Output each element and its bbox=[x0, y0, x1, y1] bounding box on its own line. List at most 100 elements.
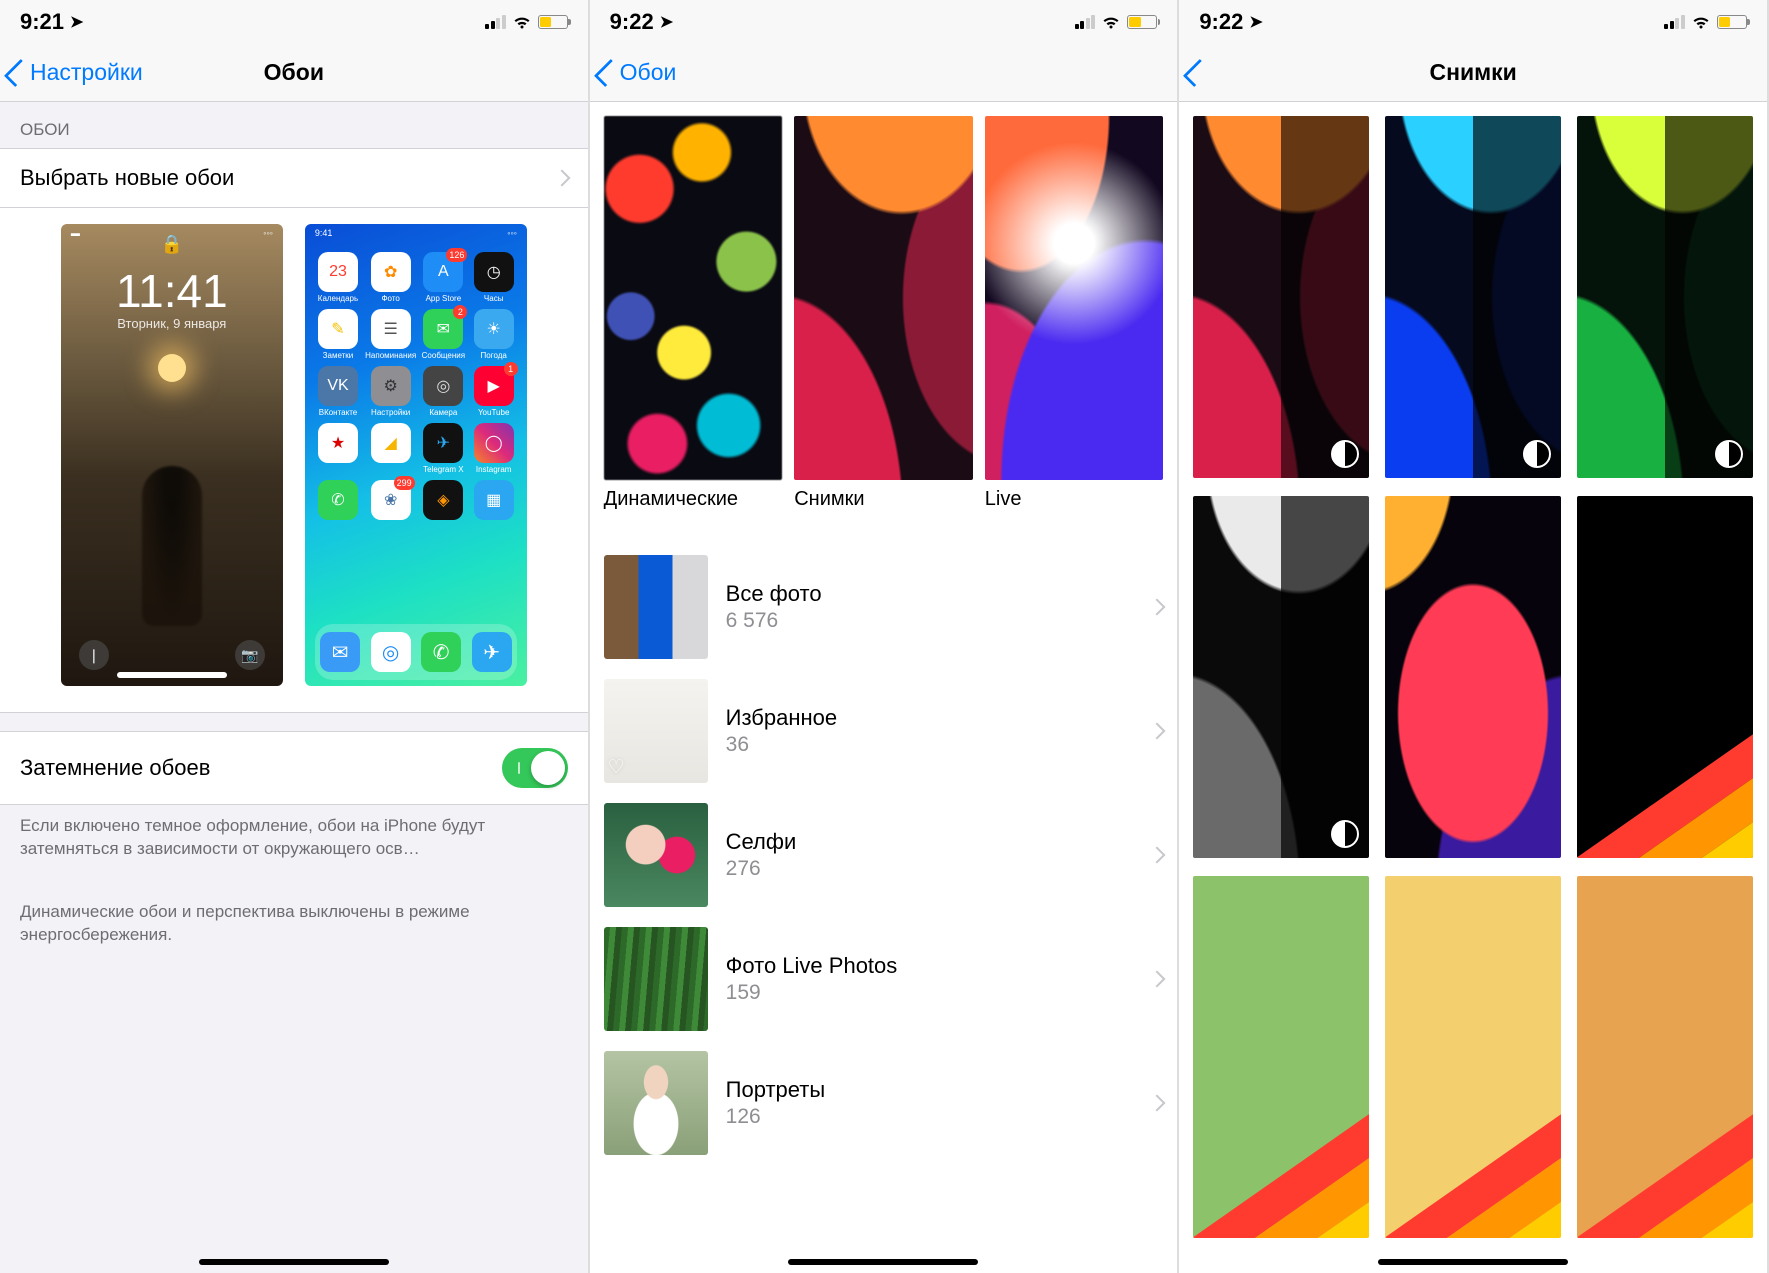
album-thumbnail: ♡ bbox=[604, 679, 708, 783]
status-time: 9:21 bbox=[20, 9, 64, 35]
app-icon: ◷ bbox=[474, 252, 514, 292]
app-icon: ⚙ bbox=[371, 366, 411, 406]
camera-icon: 📷 bbox=[235, 640, 265, 670]
nav-bar: Настройки Обои bbox=[0, 44, 588, 102]
album-all-photos[interactable]: Все фото 6 576 bbox=[590, 545, 1178, 669]
wallpaper-tile[interactable] bbox=[1385, 876, 1561, 1238]
wallpaper-tile[interactable] bbox=[1193, 116, 1369, 478]
wifi-icon bbox=[1691, 15, 1711, 30]
battery-icon bbox=[538, 15, 568, 29]
lock-preview-date: Вторник, 9 января bbox=[61, 316, 283, 331]
live-thumbnail bbox=[985, 116, 1164, 480]
app-icon: ✎ bbox=[318, 309, 358, 349]
battery-icon bbox=[1717, 15, 1747, 29]
dim-toggle[interactable] bbox=[502, 748, 568, 788]
app-icon: ▶1 bbox=[474, 366, 514, 406]
dark-mode-icon bbox=[1523, 440, 1551, 468]
app-icon: ✈ bbox=[423, 423, 463, 463]
album-thumbnail bbox=[604, 555, 708, 659]
wifi-icon bbox=[1101, 15, 1121, 30]
chevron-right-icon bbox=[1149, 971, 1166, 988]
lock-screen-preview[interactable]: ▬◦◦◦ 🔒 11:41 Вторник, 9 января ❘ 📷 bbox=[61, 224, 283, 686]
album-count: 159 bbox=[726, 981, 1134, 1005]
location-icon: ➤ bbox=[70, 12, 83, 32]
app-icon: ◯ bbox=[474, 423, 514, 463]
home-screen-preview[interactable]: 9:41◦◦◦ 23Календарь✿ФотоA126App Store◷Ча… bbox=[305, 224, 527, 686]
album-selfies[interactable]: Селфи 276 bbox=[590, 793, 1178, 917]
status-bar: 9:21 ➤ bbox=[0, 0, 588, 44]
wallpaper-preview-row: ▬◦◦◦ 🔒 11:41 Вторник, 9 января ❘ 📷 9:41◦… bbox=[0, 208, 588, 713]
wallpaper-tile[interactable] bbox=[1193, 496, 1369, 858]
battery-icon bbox=[1127, 15, 1157, 29]
section-header-wallpaper: ОБОИ bbox=[0, 102, 588, 148]
album-count: 36 bbox=[726, 733, 1134, 757]
chevron-right-icon bbox=[1149, 1095, 1166, 1112]
album-title: Избранное bbox=[726, 705, 1134, 731]
chevron-right-icon bbox=[553, 170, 570, 187]
category-live[interactable]: Live bbox=[985, 116, 1164, 511]
chevron-right-icon bbox=[1149, 723, 1166, 740]
app-icon: ✆ bbox=[318, 480, 358, 520]
wifi-icon bbox=[512, 15, 532, 30]
back-button[interactable]: Обои bbox=[600, 59, 677, 86]
app-icon: VK bbox=[318, 366, 358, 406]
app-icon: ◎ bbox=[423, 366, 463, 406]
back-label: Настройки bbox=[30, 59, 143, 86]
cellular-icon bbox=[485, 15, 506, 29]
stills-thumbnail bbox=[794, 116, 973, 480]
app-icon: ◢ bbox=[371, 423, 411, 463]
wallpaper-tile[interactable] bbox=[1385, 116, 1561, 478]
category-row: Динамические Снимки Live bbox=[590, 102, 1178, 519]
dock-app-icon: ✈ bbox=[472, 632, 512, 672]
dynamic-thumbnail bbox=[604, 116, 783, 480]
back-button[interactable] bbox=[1189, 61, 1205, 85]
album-title: Фото Live Photos bbox=[726, 953, 1134, 979]
app-icon: ★ bbox=[318, 423, 358, 463]
location-icon: ➤ bbox=[660, 12, 673, 32]
wallpaper-tile[interactable] bbox=[1577, 116, 1753, 478]
chevron-left-icon bbox=[1183, 58, 1211, 86]
flashlight-icon: ❘ bbox=[79, 640, 109, 670]
wallpaper-tile[interactable] bbox=[1577, 876, 1753, 1238]
album-count: 6 576 bbox=[726, 609, 1134, 633]
home-indicator[interactable] bbox=[199, 1259, 389, 1266]
chevron-right-icon bbox=[1149, 599, 1166, 616]
category-stills[interactable]: Снимки bbox=[794, 116, 973, 511]
nav-bar: Снимки bbox=[1179, 44, 1767, 102]
chevron-left-icon bbox=[4, 58, 32, 86]
home-indicator[interactable] bbox=[788, 1259, 978, 1266]
screen-choose-wallpaper: 9:22 ➤ Обои Динамические Снимки bbox=[590, 0, 1180, 1273]
category-dynamic[interactable]: Динамические bbox=[604, 116, 783, 511]
location-icon: ➤ bbox=[1249, 12, 1262, 32]
heart-icon: ♡ bbox=[608, 756, 625, 779]
app-icon: A126 bbox=[423, 252, 463, 292]
app-icon: ▦ bbox=[474, 480, 514, 520]
back-button[interactable]: Настройки bbox=[10, 59, 143, 86]
app-icon: 23 bbox=[318, 252, 358, 292]
album-list: Все фото 6 576 ♡ Избранное 36 Селфи 276 bbox=[590, 545, 1178, 1165]
album-favorites[interactable]: ♡ Избранное 36 bbox=[590, 669, 1178, 793]
status-bar: 9:22 ➤ bbox=[590, 0, 1178, 44]
wallpaper-tile[interactable] bbox=[1385, 496, 1561, 858]
lock-icon: 🔒 bbox=[161, 234, 183, 255]
page-title: Снимки bbox=[1179, 59, 1767, 86]
nav-bar: Обои bbox=[590, 44, 1178, 102]
dynamic-footer-text: Динамические обои и перспектива выключен… bbox=[0, 891, 588, 957]
home-indicator[interactable] bbox=[1378, 1259, 1568, 1266]
wallpaper-tile[interactable] bbox=[1193, 876, 1369, 1238]
dim-label: Затемнение обоев bbox=[20, 755, 210, 781]
app-icon: ☰ bbox=[371, 309, 411, 349]
dock-app-icon: ✆ bbox=[421, 632, 461, 672]
album-count: 126 bbox=[726, 1105, 1134, 1129]
album-thumbnail bbox=[604, 803, 708, 907]
wallpaper-tile[interactable] bbox=[1577, 496, 1753, 858]
dim-footer-text: Если включено темное оформление, обои на… bbox=[0, 805, 588, 871]
app-icon: ✿ bbox=[371, 252, 411, 292]
choose-new-wallpaper-cell[interactable]: Выбрать новые обои bbox=[0, 148, 588, 208]
status-bar: 9:22 ➤ bbox=[1179, 0, 1767, 44]
dock-app-icon: ◎ bbox=[371, 632, 411, 672]
album-portraits[interactable]: Портреты 126 bbox=[590, 1041, 1178, 1165]
album-live-photos[interactable]: Фото Live Photos 159 bbox=[590, 917, 1178, 1041]
album-title: Селфи bbox=[726, 829, 1134, 855]
screen-stills: 9:22 ➤ Снимки bbox=[1179, 0, 1769, 1273]
